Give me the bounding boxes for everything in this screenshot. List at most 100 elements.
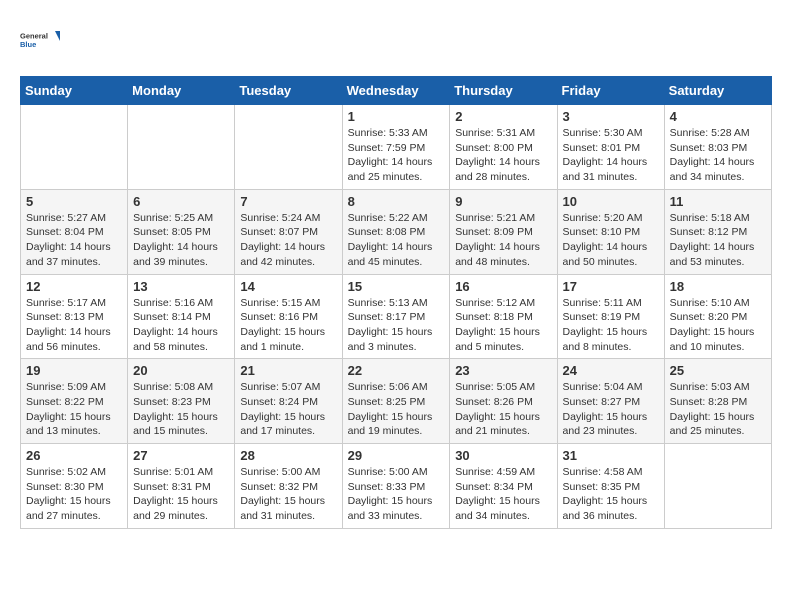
calendar-week-row: 5 Sunrise: 5:27 AM Sunset: 8:04 PM Daylig… [21, 189, 772, 274]
calendar-cell: 1 Sunrise: 5:33 AM Sunset: 7:59 PM Daylig… [342, 105, 450, 190]
calendar-cell: 9 Sunrise: 5:21 AM Sunset: 8:09 PM Daylig… [450, 189, 557, 274]
day-info: Sunrise: 5:21 AM Sunset: 8:09 PM Dayligh… [455, 211, 551, 270]
calendar-cell [664, 444, 771, 529]
day-of-week-header: Monday [128, 77, 235, 105]
day-info: Sunrise: 5:33 AM Sunset: 7:59 PM Dayligh… [348, 126, 445, 185]
calendar-week-row: 19Sunrise: 5:09 AM Sunset: 8:22 PM Dayli… [21, 359, 772, 444]
calendar-cell: 10Sunrise: 5:20 AM Sunset: 8:10 PM Dayli… [557, 189, 664, 274]
day-number: 6 [133, 194, 229, 209]
day-info: Sunrise: 5:05 AM Sunset: 8:26 PM Dayligh… [455, 380, 551, 439]
day-info: Sunrise: 5:15 AM Sunset: 8:16 PM Dayligh… [240, 296, 336, 355]
day-info: Sunrise: 5:22 AM Sunset: 8:08 PM Dayligh… [348, 211, 445, 270]
day-number: 17 [563, 279, 659, 294]
day-info: Sunrise: 5:03 AM Sunset: 8:28 PM Dayligh… [670, 380, 766, 439]
calendar-cell: 16 Sunrise: 5:12 AM Sunset: 8:18 PM Dayli… [450, 274, 557, 359]
day-of-week-header: Thursday [450, 77, 557, 105]
svg-text:Blue: Blue [20, 40, 36, 49]
day-info: Sunrise: 5:12 AM Sunset: 8:18 PM Dayligh… [455, 296, 551, 355]
calendar-cell: 25 Sunrise: 5:03 AM Sunset: 8:28 PM Dayli… [664, 359, 771, 444]
calendar-cell: 24 Sunrise: 5:04 AM Sunset: 8:27 PM Dayli… [557, 359, 664, 444]
day-number: 23 [455, 363, 551, 378]
day-number: 16 [455, 279, 551, 294]
day-info: Sunrise: 5:24 AM Sunset: 8:07 PM Dayligh… [240, 211, 336, 270]
day-number: 5 [26, 194, 122, 209]
day-info: Sunrise: 5:20 AM Sunset: 8:10 PM Dayligh… [563, 211, 659, 270]
day-info: Sunrise: 5:01 AM Sunset: 8:31 PM Dayligh… [133, 465, 229, 524]
calendar-cell: 8 Sunrise: 5:22 AM Sunset: 8:08 PM Daylig… [342, 189, 450, 274]
day-of-week-header: Saturday [664, 77, 771, 105]
day-number: 29 [348, 448, 445, 463]
day-number: 21 [240, 363, 336, 378]
day-info: Sunrise: 5:25 AM Sunset: 8:05 PM Dayligh… [133, 211, 229, 270]
calendar-cell: 26 Sunrise: 5:02 AM Sunset: 8:30 PM Dayli… [21, 444, 128, 529]
calendar-cell: 12Sunrise: 5:17 AM Sunset: 8:13 PM Dayli… [21, 274, 128, 359]
calendar-cell: 28Sunrise: 5:00 AM Sunset: 8:32 PM Dayli… [235, 444, 342, 529]
calendar-header-row: SundayMondayTuesdayWednesdayThursdayFrid… [21, 77, 772, 105]
day-number: 9 [455, 194, 551, 209]
calendar-cell: 21 Sunrise: 5:07 AM Sunset: 8:24 PM Dayli… [235, 359, 342, 444]
day-info: Sunrise: 5:18 AM Sunset: 8:12 PM Dayligh… [670, 211, 766, 270]
calendar-cell: 15 Sunrise: 5:13 AM Sunset: 8:17 PM Dayli… [342, 274, 450, 359]
day-number: 19 [26, 363, 122, 378]
calendar-cell: 4 Sunrise: 5:28 AM Sunset: 8:03 PM Daylig… [664, 105, 771, 190]
day-info: Sunrise: 5:28 AM Sunset: 8:03 PM Dayligh… [670, 126, 766, 185]
day-of-week-header: Sunday [21, 77, 128, 105]
svg-text:General: General [20, 32, 48, 41]
day-info: Sunrise: 5:10 AM Sunset: 8:20 PM Dayligh… [670, 296, 766, 355]
day-info: Sunrise: 5:00 AM Sunset: 8:33 PM Dayligh… [348, 465, 445, 524]
day-of-week-header: Wednesday [342, 77, 450, 105]
logo: General Blue [20, 20, 60, 60]
day-info: Sunrise: 5:06 AM Sunset: 8:25 PM Dayligh… [348, 380, 445, 439]
day-of-week-header: Friday [557, 77, 664, 105]
calendar-cell: 3 Sunrise: 5:30 AM Sunset: 8:01 PM Daylig… [557, 105, 664, 190]
day-number: 18 [670, 279, 766, 294]
calendar-cell: 2Sunrise: 5:31 AM Sunset: 8:00 PM Daylig… [450, 105, 557, 190]
day-number: 24 [563, 363, 659, 378]
day-info: Sunrise: 5:08 AM Sunset: 8:23 PM Dayligh… [133, 380, 229, 439]
calendar-cell: 27Sunrise: 5:01 AM Sunset: 8:31 PM Dayli… [128, 444, 235, 529]
day-number: 26 [26, 448, 122, 463]
day-number: 13 [133, 279, 229, 294]
calendar-cell: 19Sunrise: 5:09 AM Sunset: 8:22 PM Dayli… [21, 359, 128, 444]
calendar-cell: 23 Sunrise: 5:05 AM Sunset: 8:26 PM Dayli… [450, 359, 557, 444]
calendar-cell [235, 105, 342, 190]
day-number: 3 [563, 109, 659, 124]
day-info: Sunrise: 5:11 AM Sunset: 8:19 PM Dayligh… [563, 296, 659, 355]
day-number: 4 [670, 109, 766, 124]
calendar-cell: 7 Sunrise: 5:24 AM Sunset: 8:07 PM Daylig… [235, 189, 342, 274]
day-number: 25 [670, 363, 766, 378]
day-info: Sunrise: 5:13 AM Sunset: 8:17 PM Dayligh… [348, 296, 445, 355]
day-info: Sunrise: 5:16 AM Sunset: 8:14 PM Dayligh… [133, 296, 229, 355]
day-number: 22 [348, 363, 445, 378]
day-number: 30 [455, 448, 551, 463]
calendar-week-row: 1 Sunrise: 5:33 AM Sunset: 7:59 PM Daylig… [21, 105, 772, 190]
calendar-week-row: 12Sunrise: 5:17 AM Sunset: 8:13 PM Dayli… [21, 274, 772, 359]
page-header: General Blue [20, 20, 772, 60]
day-info: Sunrise: 5:04 AM Sunset: 8:27 PM Dayligh… [563, 380, 659, 439]
day-number: 15 [348, 279, 445, 294]
day-number: 1 [348, 109, 445, 124]
calendar-week-row: 26 Sunrise: 5:02 AM Sunset: 8:30 PM Dayli… [21, 444, 772, 529]
calendar-cell [128, 105, 235, 190]
day-number: 31 [563, 448, 659, 463]
day-number: 7 [240, 194, 336, 209]
calendar-cell: 31Sunrise: 4:58 AM Sunset: 8:35 PM Dayli… [557, 444, 664, 529]
calendar-cell [21, 105, 128, 190]
calendar-cell: 13 Sunrise: 5:16 AM Sunset: 8:14 PM Dayli… [128, 274, 235, 359]
calendar-cell: 30 Sunrise: 4:59 AM Sunset: 8:34 PM Dayli… [450, 444, 557, 529]
day-info: Sunrise: 5:07 AM Sunset: 8:24 PM Dayligh… [240, 380, 336, 439]
calendar-cell: 29 Sunrise: 5:00 AM Sunset: 8:33 PM Dayli… [342, 444, 450, 529]
day-number: 11 [670, 194, 766, 209]
day-info: Sunrise: 5:02 AM Sunset: 8:30 PM Dayligh… [26, 465, 122, 524]
calendar-cell: 14Sunrise: 5:15 AM Sunset: 8:16 PM Dayli… [235, 274, 342, 359]
calendar-cell: 20Sunrise: 5:08 AM Sunset: 8:23 PM Dayli… [128, 359, 235, 444]
calendar-cell: 11 Sunrise: 5:18 AM Sunset: 8:12 PM Dayli… [664, 189, 771, 274]
logo-svg: General Blue [20, 20, 60, 60]
day-info: Sunrise: 5:30 AM Sunset: 8:01 PM Dayligh… [563, 126, 659, 185]
day-info: Sunrise: 5:00 AM Sunset: 8:32 PM Dayligh… [240, 465, 336, 524]
day-number: 8 [348, 194, 445, 209]
day-info: Sunrise: 4:59 AM Sunset: 8:34 PM Dayligh… [455, 465, 551, 524]
day-info: Sunrise: 5:27 AM Sunset: 8:04 PM Dayligh… [26, 211, 122, 270]
calendar-cell: 6 Sunrise: 5:25 AM Sunset: 8:05 PM Daylig… [128, 189, 235, 274]
calendar-table: SundayMondayTuesdayWednesdayThursdayFrid… [20, 76, 772, 529]
